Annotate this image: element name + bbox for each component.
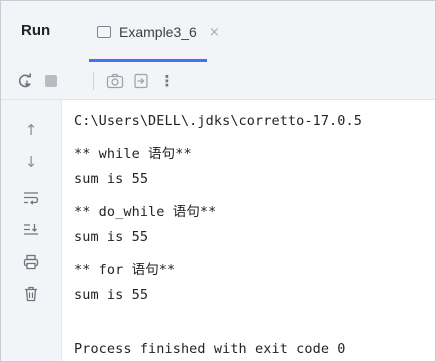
toolbar-separator	[93, 72, 94, 90]
exit-icon[interactable]	[131, 71, 151, 91]
console-line: ** for 语句**	[74, 262, 176, 278]
clear-icon[interactable]	[21, 284, 41, 304]
print-icon[interactable]	[21, 252, 41, 272]
more-icon[interactable]: ⋮	[157, 71, 177, 91]
run-panel-title: Run	[21, 22, 51, 39]
camera-icon[interactable]	[67, 71, 87, 91]
close-tab-icon[interactable]: ×	[209, 25, 220, 40]
console-line: C:\Users\DELL\.jdks\corretto-17.0.5	[74, 113, 362, 129]
console-line: sum is 55	[74, 171, 149, 187]
tab-example3-6[interactable]: Example3_6 ×	[83, 13, 233, 51]
console-tab-icon	[97, 26, 111, 38]
tab-label: Example3_6	[119, 24, 197, 40]
active-tab-indicator	[89, 59, 207, 62]
console-output[interactable]: C:\Users\DELL\.jdks\corretto-17.0.5 ** w…	[62, 100, 435, 361]
console-line: sum is 55	[74, 229, 149, 245]
run-tool-window: Run Example3_6 × ⋮ ↑ ↓ C:\Users\DELL\.jd…	[0, 0, 436, 362]
run-panel-header: Run Example3_6 ×	[1, 1, 435, 63]
scroll-up-icon[interactable]: ↑	[21, 120, 41, 140]
console-line: ** while 语句**	[74, 146, 192, 162]
run-toolbar: ⋮	[1, 63, 435, 100]
console-line: Process finished with exit code 0	[74, 341, 346, 357]
console-line: ** do_while 语句**	[74, 204, 217, 220]
stop-icon[interactable]	[41, 71, 61, 91]
rerun-icon[interactable]	[15, 71, 35, 91]
scroll-down-icon[interactable]: ↓	[21, 152, 41, 172]
console-gutter: ↑ ↓	[1, 100, 62, 361]
soft-wrap-icon[interactable]	[21, 188, 41, 208]
console-line: sum is 55	[74, 287, 149, 303]
scroll-to-end-icon[interactable]	[21, 220, 41, 240]
screenshot-icon[interactable]	[105, 71, 125, 91]
